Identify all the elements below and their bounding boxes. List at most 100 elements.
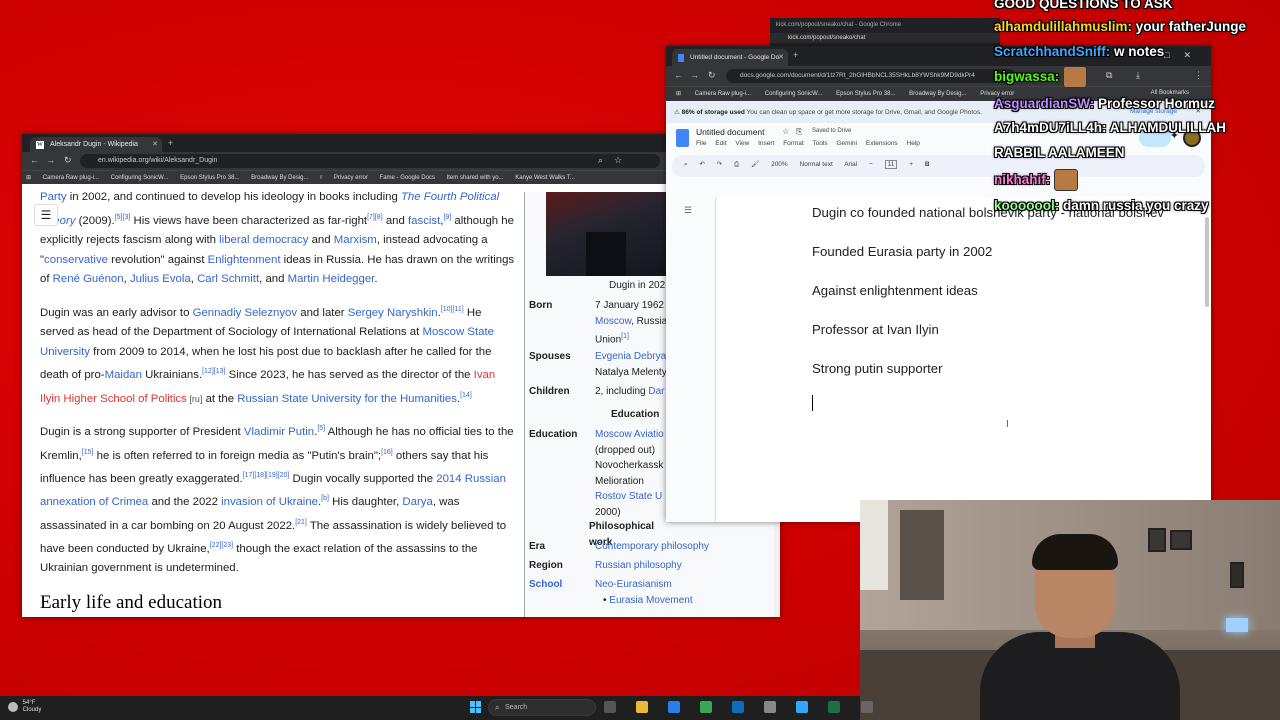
close-window-icon[interactable]: ✕ — [1183, 50, 1205, 60]
app-icon[interactable] — [764, 701, 777, 714]
citation-link[interactable]: [7][8] — [367, 214, 383, 221]
menu-file[interactable]: File — [696, 140, 706, 147]
article-link[interactable]: Russian State University for the Humanit… — [237, 393, 457, 405]
font-size-decrease-icon[interactable]: − — [869, 161, 873, 168]
font-size-input[interactable]: 11 — [884, 160, 898, 169]
citation-link[interactable]: [21] — [295, 519, 307, 526]
citation-link[interactable]: [15] — [82, 449, 94, 456]
apps-grid-icon[interactable]: ⊞ — [26, 175, 31, 181]
font-select[interactable]: Arial — [844, 161, 857, 168]
bookmark-item[interactable]: Camera Raw plug-i... — [695, 91, 751, 97]
menu-format[interactable]: Format — [783, 140, 804, 147]
apps-grid-icon[interactable]: ⊞ — [676, 91, 681, 97]
bookmark-item[interactable]: Broadway By Desig... — [251, 175, 308, 181]
docs-scrollbar[interactable] — [1205, 217, 1209, 307]
article-link[interactable]: Marxism — [334, 234, 377, 246]
citation-link[interactable]: [b] — [321, 495, 329, 502]
task-view-icon[interactable] — [604, 701, 616, 714]
search-menus-icon[interactable]: ⌕ — [684, 161, 688, 168]
citation-link[interactable]: [16] — [381, 449, 393, 456]
citation-link[interactable]: [22][23] — [210, 542, 233, 549]
back-icon[interactable]: ← — [674, 70, 683, 80]
citation-link[interactable]: [5] — [317, 425, 325, 432]
windows-start-icon[interactable] — [470, 701, 482, 713]
docs-tab[interactable]: Untitled document - Google Do ✕ — [672, 49, 788, 66]
infobox-link[interactable]: Moscow — [595, 316, 631, 327]
article-link[interactable]: Party — [40, 192, 67, 203]
reload-icon[interactable]: ↻ — [708, 70, 716, 81]
infobox-link[interactable]: Contemporary philosophy — [595, 541, 709, 552]
article-link[interactable]: conservative — [44, 254, 108, 266]
infobox-label[interactable]: School — [529, 577, 562, 593]
store-icon[interactable] — [732, 701, 745, 714]
menu-insert[interactable]: Insert — [758, 140, 774, 147]
kick-window-url[interactable]: kick.com/popout/sneako/chat — [770, 33, 1000, 43]
article-link[interactable]: Maidan — [105, 369, 142, 381]
extensions-icon[interactable]: ⧉ — [1106, 70, 1112, 81]
paint-format-icon[interactable]: 🖌 — [751, 161, 759, 168]
article-link[interactable]: Carl Schmitt — [197, 273, 259, 285]
bookmark-item[interactable]: Configuring SonicW... — [765, 91, 823, 97]
wiki-address-bar[interactable]: en.wikipedia.org/wiki/Aleksandr_Dugin — [80, 154, 660, 168]
bookmark-star-icon[interactable]: ☆ — [614, 155, 622, 166]
star-icon[interactable]: ☆ — [782, 127, 789, 136]
obs-icon[interactable] — [860, 701, 873, 714]
infobox-link[interactable]: Rostov State U — [595, 491, 662, 502]
bookmark-item[interactable]: Kanye West Walks T... — [515, 175, 575, 181]
style-select[interactable]: Normal text — [800, 161, 833, 168]
photoshop-icon[interactable] — [796, 701, 809, 714]
document-title[interactable]: Untitled document — [696, 127, 765, 137]
maximize-icon[interactable]: □ — [1164, 50, 1183, 60]
move-folder-icon[interactable]: ⎘ — [796, 127, 802, 137]
redo-icon[interactable]: ↷ — [717, 161, 722, 168]
print-icon[interactable]: ⎙ — [734, 161, 739, 168]
infobox-link[interactable]: Evgenia Debrya — [595, 351, 666, 362]
docs-logo-icon[interactable] — [676, 129, 689, 147]
zoom-select[interactable]: 200% — [771, 161, 788, 168]
article-link[interactable]: liberal democracy — [219, 234, 308, 246]
menu-help[interactable]: Help — [907, 140, 920, 147]
citation-link[interactable]: [17][18][19][20] — [243, 472, 290, 479]
new-tab-icon[interactable]: + — [793, 50, 798, 60]
bookmark-item[interactable]: Epson Stylus Pro 38... — [180, 175, 239, 181]
infobox-link[interactable]: Eurasia Movement — [609, 595, 692, 606]
docs-address-bar[interactable]: docs.google.com/document/d/1tz7Rt_2hGlHB… — [726, 69, 1016, 83]
menu-edit[interactable]: Edit — [715, 140, 726, 147]
article-link[interactable]: Gennadiy Seleznyov — [193, 307, 297, 319]
search-icon[interactable]: ⌕ — [598, 155, 603, 166]
menu-dots-icon[interactable]: ⋮ — [1194, 70, 1203, 81]
article-link[interactable]: René Guénon — [53, 273, 124, 285]
citation-link[interactable]: [14] — [460, 392, 472, 399]
docs-page[interactable]: Dugin co founded national bolshevik part… — [715, 197, 1211, 522]
font-size-increase-icon[interactable]: + — [909, 161, 913, 168]
bookmark-item[interactable]: Broadway By Desig... — [909, 91, 966, 97]
bookmark-item[interactable]: Fame - Google Docs — [380, 175, 435, 181]
infobox-link[interactable]: Dar — [648, 386, 664, 397]
download-icon[interactable]: ⤓ — [1136, 70, 1140, 81]
edge-icon[interactable] — [668, 701, 681, 714]
citation-link[interactable]: [1] — [621, 333, 629, 340]
bookmark-item[interactable]: Configuring SonicW... — [111, 175, 169, 181]
bookmark-item[interactable]: Camera Raw plug-i... — [43, 175, 99, 181]
citation-link[interactable]: [12][13] — [202, 368, 225, 375]
article-link[interactable]: Julius Evola — [130, 273, 191, 285]
article-link[interactable]: Darya — [402, 496, 432, 508]
outline-icon[interactable]: ☰ — [684, 205, 692, 216]
article-link[interactable]: fascist — [408, 214, 440, 226]
wiki-tab[interactable]: W Aleksandr Dugin - Wikipedia ✕ — [30, 137, 162, 152]
chrome-icon[interactable] — [700, 701, 713, 714]
menu-extensions[interactable]: Extensions — [866, 140, 898, 147]
bookmark-item[interactable]: Privacy error — [334, 175, 368, 181]
forward-icon[interactable]: → — [46, 155, 55, 165]
table-of-contents-icon[interactable]: ☰ — [34, 204, 58, 226]
weather-widget[interactable]: 54°F Cloudy — [8, 700, 41, 714]
menu-view[interactable]: View — [735, 140, 749, 147]
bookmark-item[interactable]: Epson Stylus Pro 38... — [836, 91, 895, 97]
citation-link[interactable]: [5][3] — [115, 214, 131, 221]
infobox-link[interactable]: Moscow Aviatio — [595, 429, 664, 440]
undo-icon[interactable]: ↶ — [699, 161, 704, 168]
article-link[interactable]: Vladimir Putin — [244, 426, 314, 438]
back-icon[interactable]: ← — [30, 155, 39, 165]
bookmark-item[interactable]: r — [320, 175, 322, 181]
close-tab-icon[interactable]: ✕ — [778, 53, 784, 61]
